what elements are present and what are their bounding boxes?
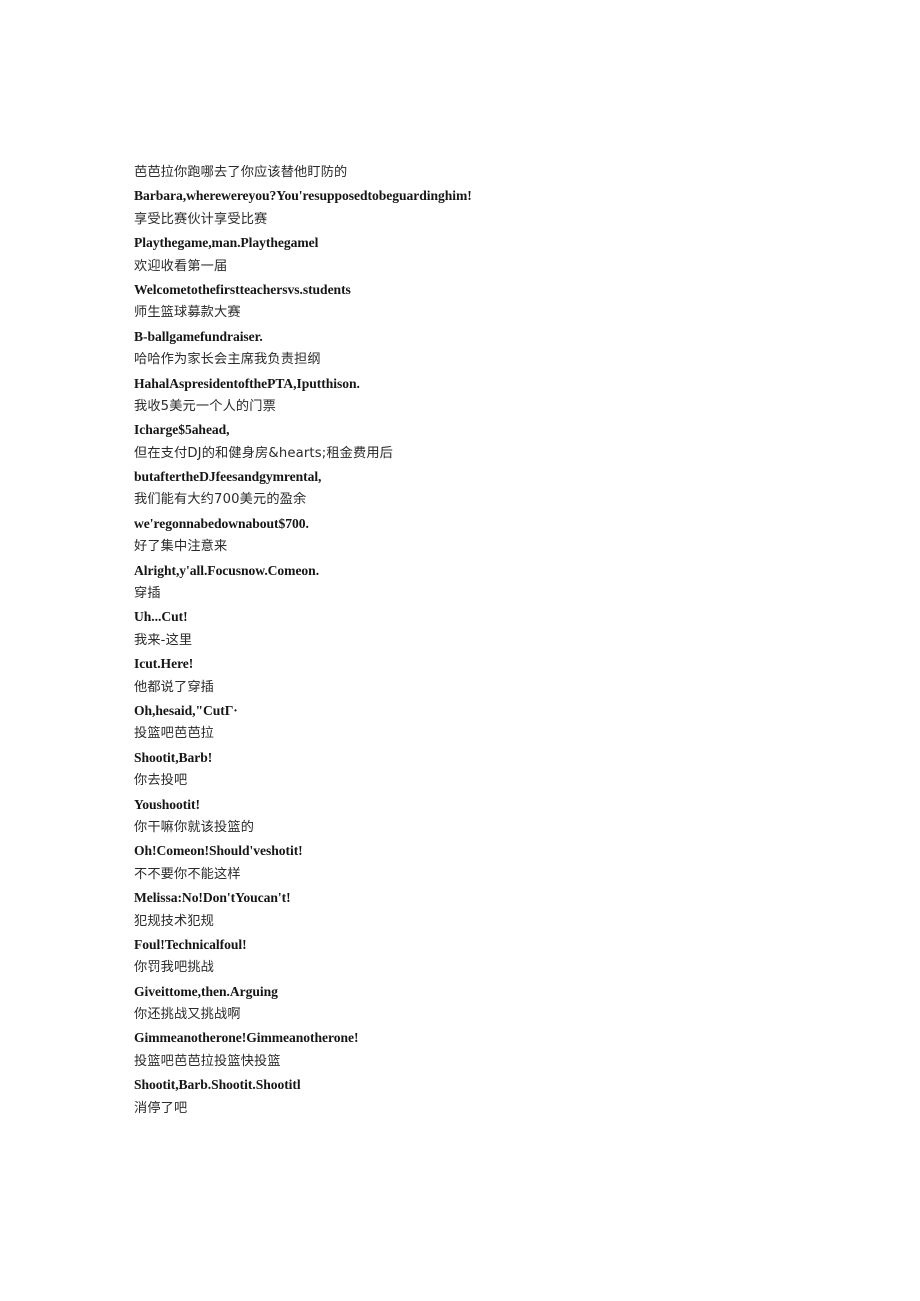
subtitle-line-zh: 你罚我吧挑战: [134, 960, 215, 976]
document-page: 芭芭拉你跑哪去了你应该替他盯防的 Barbara,wherewereyou?You…: [0, 0, 920, 1301]
subtitle-line-zh: 投篮吧芭芭拉: [134, 726, 215, 742]
subtitle-line-en: Giveittome,then.Arguing: [134, 983, 278, 999]
subtitle-line-en: HahalAspresidentofthePTA,Iputthison.: [134, 375, 360, 391]
subtitle-line-zh: 享受比赛伙计享受比赛: [134, 211, 268, 227]
subtitle-line-en: Welcometothefirstteachersvs.students: [134, 281, 351, 297]
subtitle-line-zh: 我来-这里: [134, 632, 193, 648]
subtitle-line-en: Barbara,wherewereyou?You'resupposedtobeg…: [134, 188, 472, 204]
subtitle-line-zh: 芭芭拉你跑哪去了你应该替他盯防的: [134, 165, 348, 180]
subtitle-line-zh: 你干嘛你就该投篮的: [134, 819, 255, 835]
subtitle-line-zh: 他都说了穿插: [134, 679, 215, 695]
subtitle-line-en: Shootit,Barb!: [134, 749, 213, 765]
subtitle-line-en: we'regonnabedownabout$700.: [134, 515, 309, 531]
subtitle-line-en: Foul!Technicalfoul!: [134, 936, 247, 952]
subtitle-line-en: Playthegame,man.Playthegamel: [134, 235, 319, 251]
subtitle-line-en: butaftertheDJfeesandgymrental,: [134, 469, 322, 485]
subtitle-line-en: Melissa:No!Don'tYoucan't!: [134, 890, 291, 906]
subtitle-line-zh: 哈哈作为家长会主席我负责担纲: [134, 352, 321, 368]
subtitle-line-en: Icharge$5ahead,: [134, 422, 230, 438]
subtitle-line-zh: 不不要你不能这样: [134, 866, 241, 882]
subtitle-transcript: 芭芭拉你跑哪去了你应该替他盯防的 Barbara,wherewereyou?You…: [134, 161, 854, 1120]
subtitle-line-zh: 我收5美元一个人的门票: [134, 398, 276, 414]
subtitle-line-en: B-ballgamefundraiser.: [134, 328, 263, 344]
subtitle-line-zh: 穿插: [134, 586, 161, 602]
subtitle-line-zh: 消停了吧: [134, 1100, 188, 1116]
subtitle-line-en: Oh!Comeon!Should'veshotit!: [134, 843, 303, 859]
subtitle-line-en: Uh...Cut!: [134, 609, 188, 625]
subtitle-line-zh: 你还挑战又挑战啊: [134, 1007, 241, 1023]
subtitle-line-zh: 你去投吧: [134, 773, 188, 789]
subtitle-line-en: Shootit,Barb.Shootit.Shootitl: [134, 1077, 301, 1093]
subtitle-line-en: Oh,hesaid,"CutΓ·: [134, 702, 238, 718]
subtitle-line-zh: 投篮吧芭芭拉投篮快投篮: [134, 1053, 281, 1069]
subtitle-line-zh: 好了集中注意来: [134, 539, 228, 555]
subtitle-line-zh: 欢迎收看第一届: [134, 258, 228, 274]
subtitle-line-zh: 但在支付DJ的和健身房&hearts;租金费用后: [134, 445, 394, 461]
subtitle-line-en: Gimmeanotherone!Gimmeanotherone!: [134, 1030, 359, 1046]
subtitle-line-zh: 我们能有大约700美元的盈余: [134, 492, 307, 508]
subtitle-line-en: Alright,y'all.Focusnow.Comeon.: [134, 562, 320, 578]
subtitle-line-en: Icut.Here!: [134, 656, 194, 672]
subtitle-line-zh: 犯规技术犯规: [134, 913, 215, 929]
subtitle-line-zh: 师生篮球募款大赛: [134, 305, 241, 321]
subtitle-line-en: Youshootit!: [134, 796, 200, 812]
